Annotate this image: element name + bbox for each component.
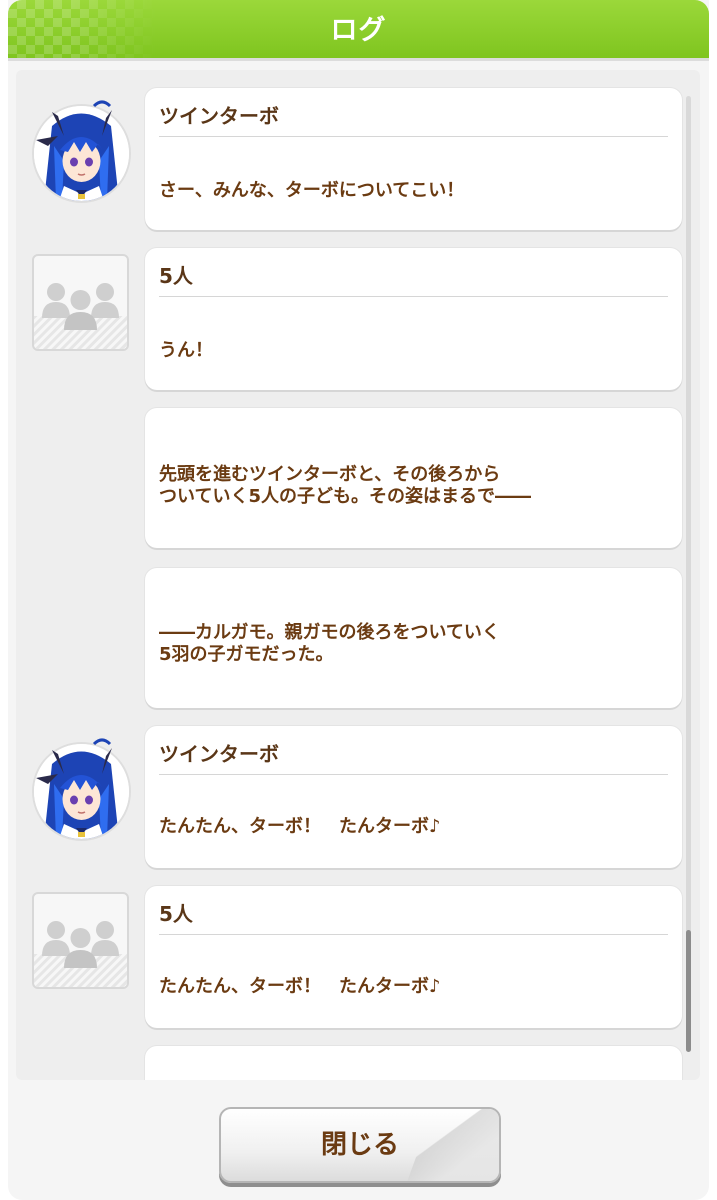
- twin-turbo-avatar: [32, 738, 131, 841]
- twin-turbo-avatar: [32, 100, 131, 203]
- dialogue-text: たんたん、ターボ！ たんターボ♪: [159, 976, 441, 997]
- dialogue-bubble: 5人 たんたん、ターボ！ たんターボ♪: [145, 886, 682, 1028]
- dialogue-bubble: 5人 うん！: [145, 248, 682, 390]
- dialog-title: ログ: [330, 15, 387, 46]
- group-avatar: [32, 892, 129, 989]
- dialog-header: ログ: [8, 0, 709, 58]
- speaker-name: ツインターボ: [159, 104, 279, 128]
- log-entry: 5人 うん！: [16, 248, 700, 390]
- speaker-name: ツインターボ: [159, 742, 279, 766]
- dialogue-text: さー、みんな、ターボについてこい！: [159, 180, 465, 201]
- speaker-name: 5人: [159, 264, 193, 288]
- log-entry: 5人 たんたん、ターボ！ たんターボ♪: [16, 886, 700, 1028]
- header-divider: [8, 58, 709, 61]
- dialogue-bubble: ツインターボ たんたん、ターボ！ たんターボ♪: [145, 726, 682, 868]
- bubble-divider: [159, 774, 668, 775]
- dialogue-text: たんたん、ターボ！ たんターボ♪: [159, 816, 441, 837]
- log-list[interactable]: ツインターボ さー、みんな、ターボについてこい！ 5人 うん！ 先頭を進むツイン…: [16, 70, 700, 1080]
- bubble-divider: [159, 296, 668, 297]
- dialogue-bubble: ツインターボ さー、みんな、ターボについてこい！: [145, 88, 682, 230]
- log-entry: ツインターボ たんたん、ターボ！ たんターボ♪: [16, 726, 700, 868]
- dialogue-text: うん！: [159, 340, 213, 361]
- bubble-divider: [159, 934, 668, 935]
- narration-bubble: [145, 1046, 682, 1080]
- group-avatar: [32, 254, 129, 351]
- narration-text: ついていく5人の子ども。その姿はまるで――: [159, 486, 531, 507]
- bubble-divider: [159, 136, 668, 137]
- narration-bubble: 先頭を進むツインターボと、その後ろから ついていく5人の子ども。その姿はまるで―…: [145, 408, 682, 548]
- scrollbar-track[interactable]: [686, 96, 691, 1052]
- log-entry: ツインターボ さー、みんな、ターボについてこい！: [16, 88, 700, 230]
- close-button-label: 閉じる: [320, 1130, 399, 1160]
- log-entry: ――カルガモ。親ガモの後ろをついていく 5羽の子ガモだった。: [16, 568, 700, 708]
- scrollbar-thumb[interactable]: [686, 930, 691, 1052]
- log-entry: 先頭を進むツインターボと、その後ろから ついていく5人の子ども。その姿はまるで―…: [16, 408, 700, 548]
- narration-bubble: ――カルガモ。親ガモの後ろをついていく 5羽の子ガモだった。: [145, 568, 682, 708]
- log-entry: [16, 1046, 700, 1080]
- speaker-name: 5人: [159, 902, 193, 926]
- close-button[interactable]: 閉じる: [219, 1107, 501, 1183]
- narration-text: 5羽の子ガモだった。: [159, 644, 334, 665]
